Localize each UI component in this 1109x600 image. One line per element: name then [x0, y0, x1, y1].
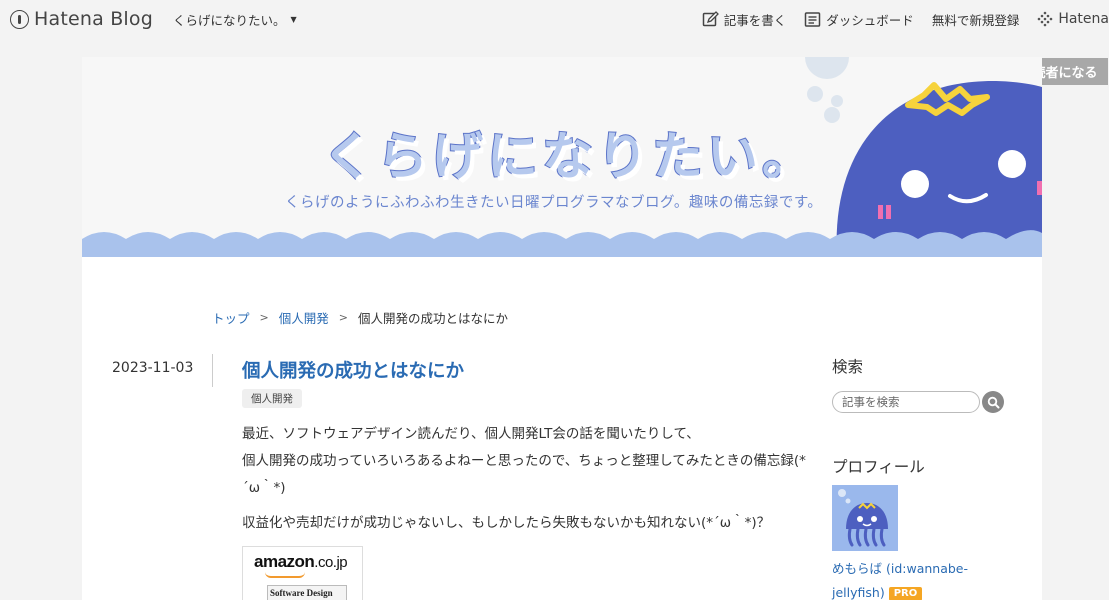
hatena-service-menu[interactable]: Hatena: [1037, 11, 1109, 27]
search-heading: 検索: [832, 358, 864, 376]
blog-header[interactable]: くらげになりたい。 くらげのようにふわふわ生きたい日曜プログラマなブログ。趣味の…: [82, 57, 1042, 257]
blog-selector[interactable]: くらげになりたい。 ▼: [173, 10, 297, 29]
signup-link[interactable]: 無料で新規登録: [932, 10, 1020, 29]
search-button[interactable]: [982, 391, 1004, 413]
blog-main: くらげになりたい。 くらげのようにふわふわ生きたい日曜プログラマなブログ。趣味の…: [82, 57, 1042, 600]
avatar[interactable]: [832, 485, 898, 551]
amazon-domain-text: .co.jp: [314, 554, 348, 571]
entry-paragraph: 収益化や売却だけが成功じゃないし、もしかしたら失敗もないかも知れない(*´ω｀*…: [242, 515, 771, 531]
entry-title[interactable]: 個人開発の成功とはなにか: [242, 357, 464, 383]
breadcrumb-category-link[interactable]: 個人開発: [279, 308, 329, 327]
breadcrumb: トップ > 個人開発 > 個人開発の成功とはなにか: [212, 308, 508, 327]
caret-down-icon: ▼: [290, 14, 297, 24]
jellyfish-avatar-icon: [838, 489, 888, 547]
amazon-product-link[interactable]: amazon.co.jp Software Design: [242, 546, 363, 600]
book-cover-image: Software Design: [267, 585, 347, 600]
write-entry-label: 記事を書く: [723, 12, 787, 28]
search-icon: [987, 396, 999, 408]
entry-category-tag[interactable]: 個人開発: [242, 389, 302, 408]
write-entry-link[interactable]: 記事を書く: [702, 10, 787, 29]
hatena-logo-icon: [10, 9, 29, 29]
brand-name: Hatena Blog: [34, 8, 153, 30]
pencil-icon: [702, 10, 719, 26]
signup-label: 無料で新規登録: [931, 12, 1020, 28]
hatena-dots-icon: [1038, 11, 1053, 27]
breadcrumb-separator: >: [259, 311, 269, 324]
global-nav: 記事を書く ダッシュボード 無料で新規登録 Hatena: [684, 10, 1109, 29]
profile-heading: プロフィール: [832, 458, 925, 476]
entry-text-line: 個人開発の成功っていろいろあるよねーと思ったので、ちょっと整理してみたときの備忘…: [242, 453, 806, 496]
breadcrumb-separator: >: [338, 311, 348, 324]
amazon-smile-icon: [265, 572, 305, 578]
breadcrumb-current: 個人開発の成功とはなにか: [357, 311, 508, 326]
hatena-label: Hatena: [1058, 11, 1109, 27]
dashboard-link[interactable]: ダッシュボード: [804, 10, 914, 29]
global-header: Hatena Blog くらげになりたい。 ▼ 記事を書く ダッシュボード 無料…: [0, 0, 1109, 38]
breadcrumb-top-link[interactable]: トップ: [212, 308, 250, 327]
dashboard-label: ダッシュボード: [826, 12, 914, 28]
profile-name-link[interactable]: めもらば (id:wannabe-jellyfish) PRO: [832, 557, 982, 600]
blog-selector-label: くらげになりたい。: [173, 12, 286, 28]
dashboard-icon: [805, 11, 821, 27]
entry-date[interactable]: 2023-11-03: [112, 360, 193, 376]
search-input[interactable]: 記事を検索: [832, 391, 980, 413]
amazon-logo-text: amazon: [254, 552, 315, 571]
entry-paragraph: 最近、ソフトウェアデザイン読んだり、個人開発LT会の話を聞いたりして、 個人開発…: [242, 421, 807, 502]
amazon-logo: amazon.co.jp: [254, 552, 362, 572]
entry-text-line: 最近、ソフトウェアデザイン読んだり、個人開発LT会の話を聞いたりして、: [242, 426, 700, 442]
hatena-blog-logo[interactable]: Hatena Blog: [10, 8, 153, 30]
date-divider: [212, 354, 213, 387]
blog-description: くらげのようにふわふわ生きたい日曜プログラマなブログ。趣味の備忘録です。: [285, 195, 823, 211]
pro-badge: PRO: [888, 586, 923, 600]
entry-body: 最近、ソフトウェアデザイン読んだり、個人開発LT会の話を聞いたりして、 個人開発…: [242, 421, 807, 545]
blog-title[interactable]: くらげになりたい。: [321, 115, 817, 189]
